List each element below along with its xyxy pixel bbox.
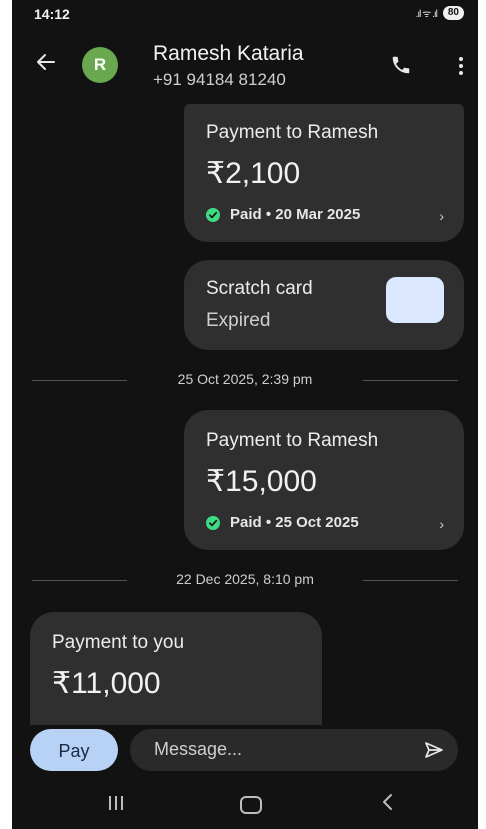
divider <box>363 380 458 381</box>
arrow-left-icon[interactable] <box>34 50 58 74</box>
payment-bubble-2[interactable]: Payment to Ramesh ₹15,000 Paid • 25 Oct … <box>184 410 464 550</box>
payment-title: Payment to Ramesh <box>206 430 379 451</box>
status-icons: .ıl ᯤ .ıl 80 <box>416 6 464 20</box>
status-bar: 14:12 .ıl ᯤ .ıl 80 <box>12 0 478 26</box>
pay-button[interactable]: Pay <box>30 729 118 771</box>
home-icon[interactable] <box>240 796 262 814</box>
payment-status: Paid • 20 Mar 2025 <box>206 206 360 223</box>
payment-amount: ₹15,000 <box>206 465 317 498</box>
more-vertical-icon[interactable] <box>458 56 464 76</box>
scratch-card-status: Expired <box>206 310 271 331</box>
send-icon[interactable] <box>424 740 444 760</box>
back-chevron-icon[interactable] <box>380 792 394 812</box>
payment-amount: ₹11,000 <box>52 667 161 700</box>
payment-bubble-1[interactable]: Payment to Ramesh ₹2,100 Paid • 20 Mar 2… <box>184 104 464 242</box>
message-input[interactable]: Message... <box>130 729 458 771</box>
check-circle-icon <box>206 515 220 530</box>
battery-icon: 80 <box>442 6 464 20</box>
divider <box>363 580 458 581</box>
scratch-card-thumbnail <box>386 277 444 323</box>
payment-status-text: Paid • 20 Mar 2025 <box>230 206 361 223</box>
payment-title: Payment to you <box>52 632 185 653</box>
date-separator-text: 25 Oct 2025, 2:39 pm <box>177 371 313 387</box>
date-separator-text: 22 Dec 2025, 8:10 pm <box>176 571 314 587</box>
payment-amount: ₹2,100 <box>206 157 301 190</box>
phone-icon[interactable] <box>390 54 412 76</box>
payment-title: Payment to Ramesh <box>206 122 379 143</box>
phone-screen: 14:12 .ıl ᯤ .ıl 80 R Ramesh Kataria +91 … <box>12 0 478 829</box>
message-placeholder: Message... <box>154 739 243 759</box>
payment-status: Paid • 25 Oct 2025 <box>206 514 359 531</box>
contact-phone: +91 94184 81240 <box>153 70 286 89</box>
chevron-right-icon[interactable]: › <box>439 208 444 224</box>
date-separator: 22 Dec 2025, 8:10 pm <box>12 570 478 590</box>
payment-status-text: Paid • 25 Oct 2025 <box>230 514 359 531</box>
avatar[interactable]: R <box>82 47 118 83</box>
check-circle-icon <box>206 207 220 222</box>
recents-icon[interactable] <box>106 794 126 812</box>
contact-name[interactable]: Ramesh Kataria <box>153 42 304 66</box>
conversation-header: R Ramesh Kataria +91 94184 81240 <box>12 30 478 102</box>
scratch-card-bubble[interactable]: Scratch card Expired <box>184 260 464 350</box>
status-time: 14:12 <box>34 6 70 22</box>
signal-icon: .ıl ᯤ .ıl <box>415 9 438 20</box>
chevron-right-icon[interactable]: › <box>439 516 444 532</box>
frame-right <box>478 0 486 829</box>
frame-left <box>0 0 12 829</box>
composer-bar: Pay Message... <box>12 725 478 775</box>
scratch-card-title: Scratch card <box>206 278 313 299</box>
system-nav-bar <box>12 780 478 829</box>
date-separator: 25 Oct 2025, 2:39 pm <box>12 370 478 390</box>
